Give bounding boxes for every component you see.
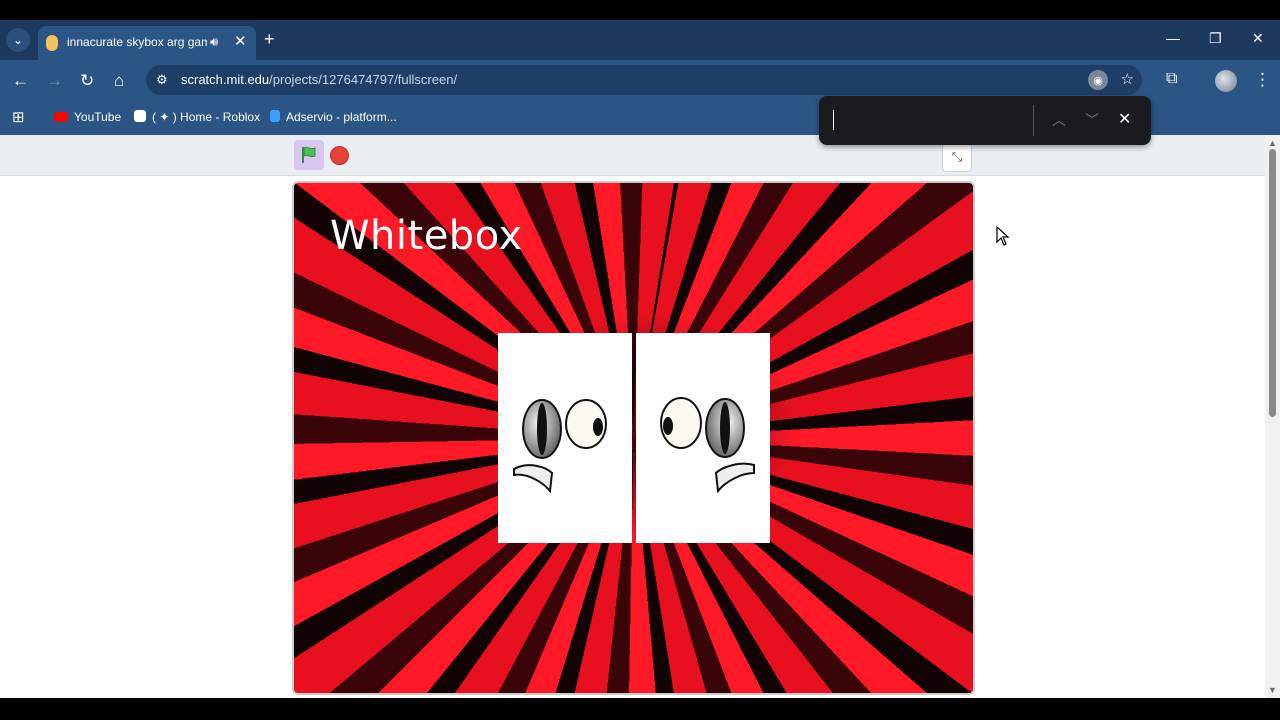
exit-fullscreen-icon: ⤡ [951, 149, 963, 164]
site-info-icon[interactable]: ⚙ [156, 72, 168, 88]
forward-icon[interactable]: → [46, 71, 63, 91]
more-menu-icon[interactable]: ⋮ [1254, 70, 1271, 90]
find-input[interactable] [831, 106, 1031, 135]
bookmark-adservio[interactable]: Adservio - platform... [270, 110, 397, 124]
toolbar: ← → ↻ ⌂ ⚙ scratch.mit.edu/projects/12764… [0, 60, 1280, 100]
right-face-icon [660, 397, 755, 494]
stage-title: Whitebox [330, 213, 523, 259]
green-flag-button[interactable] [294, 140, 324, 170]
bookmark-label: Adservio - platform... [286, 110, 397, 124]
new-tab-icon[interactable]: + [264, 29, 275, 50]
find-in-page-bar: ︿ ﹀ ✕ [819, 96, 1151, 145]
find-previous-icon[interactable]: ︿ [1052, 110, 1066, 130]
text-caret [833, 110, 834, 130]
find-close-icon[interactable]: ✕ [1118, 109, 1131, 129]
find-divider [1033, 105, 1034, 136]
close-window-icon[interactable]: ✕ [1252, 30, 1264, 47]
url-path: /projects/1276474797/fullscreen/ [269, 72, 458, 87]
tab-title: innacurate skybox arg game [67, 35, 207, 49]
mouse-cursor-icon [996, 226, 1010, 246]
extensions-icon[interactable]: ⧉ [1166, 70, 1177, 88]
project-stage[interactable]: Whitebox [292, 181, 975, 695]
browser-window: ⌄ innacurate skybox arg game 🔊︎ ✕ + — ❐ … [0, 0, 1280, 720]
bookmark-youtube[interactable]: YouTube [54, 110, 121, 124]
right-face-card [636, 333, 770, 543]
scratch-favicon-icon [46, 35, 58, 51]
scroll-down-icon[interactable]: ▼ [1268, 685, 1277, 695]
restore-icon[interactable]: ❐ [1209, 30, 1222, 47]
home-icon[interactable]: ⌂ [114, 71, 124, 91]
roblox-icon [134, 110, 146, 122]
green-flag-icon [302, 146, 316, 163]
stop-button[interactable] [330, 146, 349, 165]
lens-icon[interactable]: ◉ [1088, 70, 1108, 90]
tab-strip: ⌄ innacurate skybox arg game 🔊︎ ✕ + — ❐ … [0, 20, 1280, 60]
chevron-down-icon: ⌄ [12, 33, 24, 47]
url-text[interactable]: scratch.mit.edu/projects/1276474797/full… [181, 72, 457, 87]
address-bar[interactable]: ⚙ scratch.mit.edu/projects/1276474797/fu… [146, 65, 1142, 95]
exit-fullscreen-button[interactable]: ⤡ [942, 142, 972, 172]
tab-active[interactable]: innacurate skybox arg game 🔊︎ ✕ [38, 26, 256, 60]
youtube-icon [54, 112, 68, 122]
minimize-icon[interactable]: — [1166, 30, 1180, 46]
page-scrollbar[interactable]: ▲ ▼ [1265, 135, 1280, 698]
left-face-card [498, 333, 632, 543]
bookmark-label: YouTube [74, 110, 122, 124]
scroll-up-icon[interactable]: ▲ [1268, 138, 1277, 148]
tab-search-button[interactable]: ⌄ [6, 28, 30, 52]
bookmark-label: ( ✦ ) Home - Roblox [152, 110, 261, 124]
scroll-thumb[interactable] [1269, 149, 1276, 417]
page-content: ⤡ Whitebox [0, 135, 1265, 698]
reload-icon[interactable]: ↻ [80, 71, 94, 91]
apps-grid-icon[interactable]: ⊞ [12, 108, 25, 126]
url-host: scratch.mit.edu [181, 72, 270, 87]
back-icon[interactable]: ← [12, 71, 29, 91]
speaker-icon[interactable]: 🔊︎ [210, 34, 218, 50]
tab-close-icon[interactable]: ✕ [234, 32, 247, 50]
screen-top-edge [0, 0, 1280, 20]
adservio-icon [270, 110, 280, 122]
profile-avatar[interactable] [1215, 70, 1237, 92]
bookmark-star-icon[interactable]: ☆ [1121, 70, 1134, 88]
left-face-icon [513, 399, 607, 494]
bookmark-roblox[interactable]: ( ✦ ) Home - Roblox [134, 110, 260, 124]
find-next-icon[interactable]: ﹀ [1085, 110, 1099, 130]
